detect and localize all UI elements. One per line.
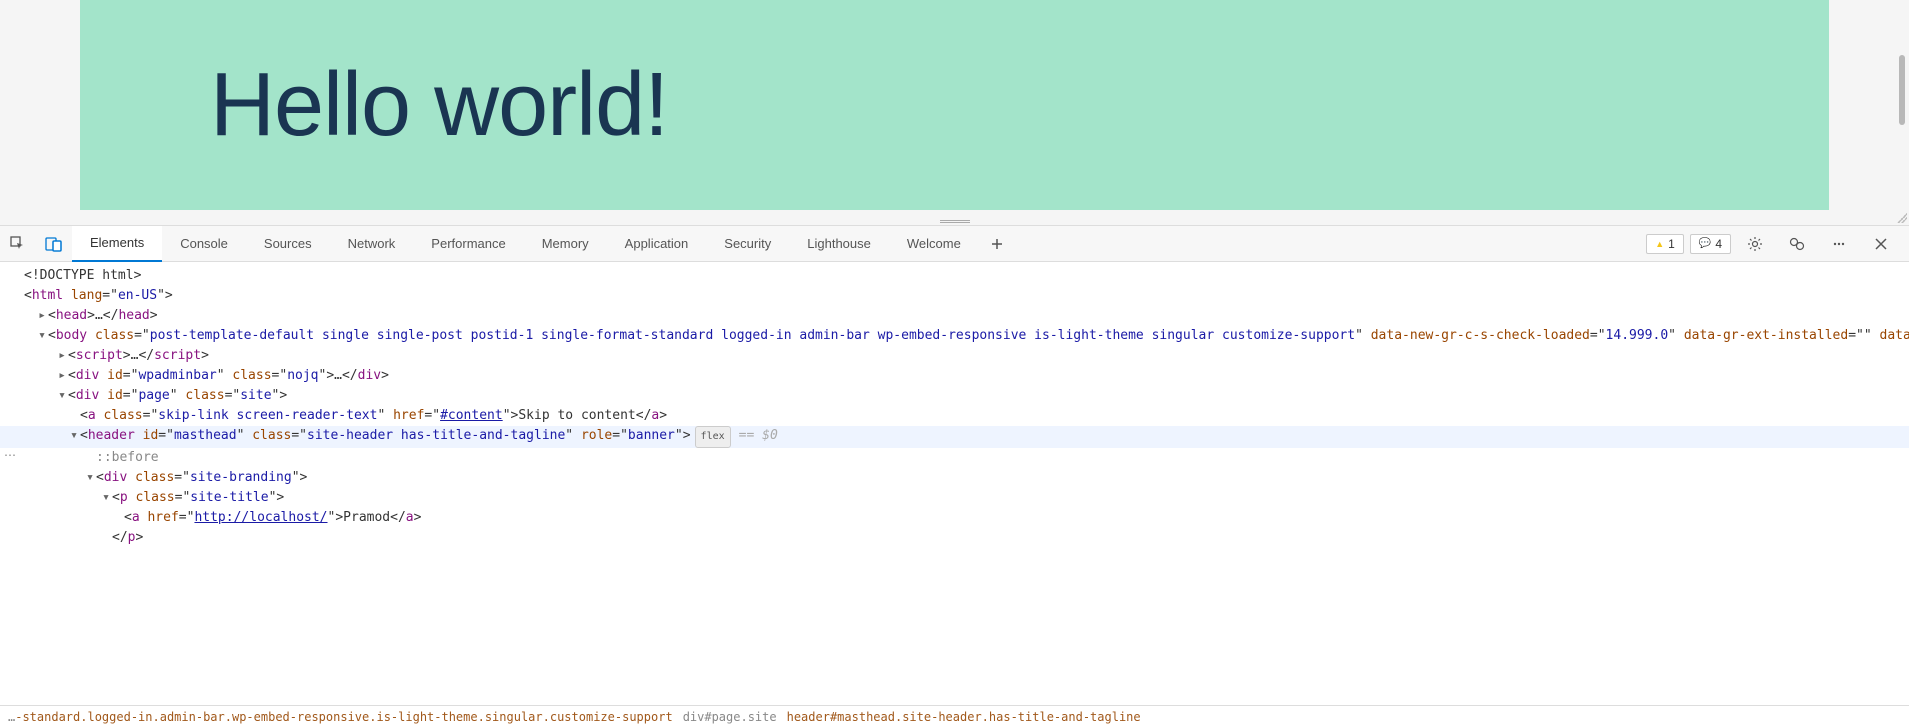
feedback-icon[interactable] [1779, 226, 1815, 262]
close-devtools-icon[interactable] [1863, 226, 1899, 262]
tab-performance[interactable]: Performance [413, 226, 523, 262]
panels: <!DOCTYPE html><html lang="en-US">▸<head… [0, 262, 1909, 727]
tab-sources[interactable]: Sources [246, 226, 330, 262]
devtools: Elements Console Sources Network Perform… [0, 225, 1909, 727]
crumb-body[interactable]: -standard.logged-in.admin-bar.wp-embed-r… [15, 710, 672, 724]
tab-console[interactable]: Console [162, 226, 246, 262]
gutter-ellipsis-icon[interactable]: ⋯ [0, 448, 20, 462]
more-options-icon[interactable] [1821, 226, 1857, 262]
tab-application[interactable]: Application [607, 226, 707, 262]
viewport-scrollbar[interactable] [1899, 55, 1905, 125]
devtools-splitter-handle[interactable] [940, 220, 970, 223]
resize-handle[interactable] [1897, 213, 1907, 223]
dom-panel: <!DOCTYPE html><html lang="en-US">▸<head… [0, 262, 1909, 727]
tab-security[interactable]: Security [706, 226, 789, 262]
inspect-element-icon[interactable] [0, 226, 36, 262]
page-preview: Hello world! [80, 0, 1829, 210]
tab-memory[interactable]: Memory [524, 226, 607, 262]
devtools-tabs: Elements Console Sources Network Perform… [72, 226, 1646, 262]
page-heading: Hello world! [210, 54, 668, 157]
dom-breadcrumbs[interactable]: … -standard.logged-in.admin-bar.wp-embed… [0, 705, 1909, 727]
crumb-header[interactable]: header#masthead.site-header.has-title-an… [787, 710, 1141, 724]
more-tabs-icon[interactable] [979, 226, 1015, 262]
tab-elements[interactable]: Elements [72, 226, 162, 262]
tab-lighthouse[interactable]: Lighthouse [789, 226, 889, 262]
devtools-toolbar: Elements Console Sources Network Perform… [0, 226, 1909, 262]
dom-tree[interactable]: <!DOCTYPE html><html lang="en-US">▸<head… [0, 262, 1909, 705]
tab-welcome[interactable]: Welcome [889, 226, 979, 262]
toolbar-right: 1 4 [1646, 226, 1909, 262]
rendered-page-viewport: Hello world! [0, 0, 1909, 225]
issues-warning-badge[interactable]: 1 [1646, 234, 1684, 254]
settings-icon[interactable] [1737, 226, 1773, 262]
device-toolbar-icon[interactable] [36, 226, 72, 262]
crumb-page[interactable]: div#page.site [683, 710, 777, 724]
crumb-ellipsis[interactable]: … [8, 710, 15, 724]
issues-info-badge[interactable]: 4 [1690, 234, 1731, 254]
tab-network[interactable]: Network [330, 226, 414, 262]
